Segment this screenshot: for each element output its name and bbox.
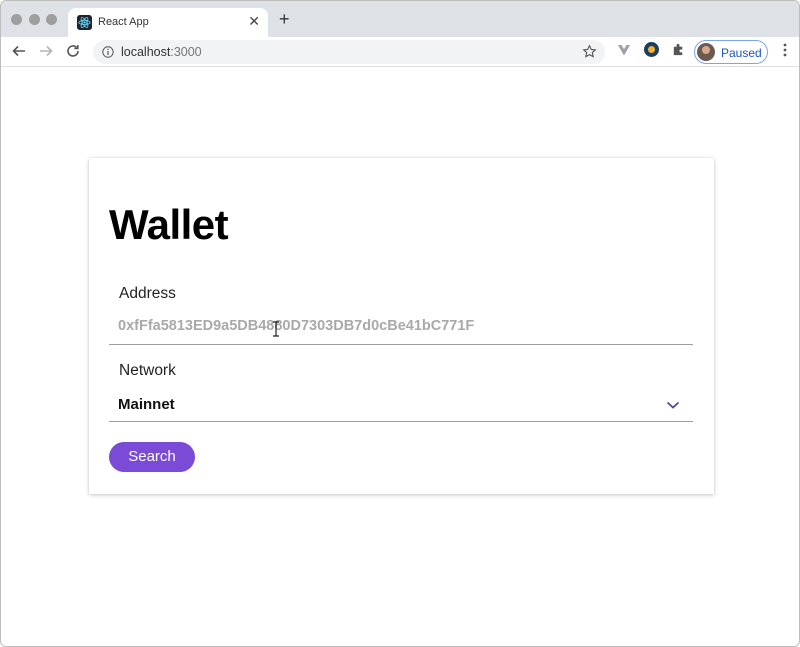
close-tab-icon[interactable]: ✕ [248,13,260,29]
profile-status: Paused [721,46,762,60]
url-port: :3000 [170,45,202,59]
maximize-window-button[interactable] [46,14,57,25]
network-select[interactable]: Mainnet [109,392,693,420]
text-cursor-icon [273,321,279,337]
address-field: Address [109,281,693,345]
browser-tab[interactable]: React App ✕ [68,8,268,37]
profile-button[interactable]: Paused [694,40,768,64]
reload-icon[interactable] [64,42,82,60]
page-title: Wallet [109,201,229,248]
arrow-left-icon[interactable] [10,42,28,60]
star-icon[interactable] [582,44,597,59]
address-bar[interactable]: localhost:3000 [93,40,605,64]
extension-badge-icon[interactable] [644,42,659,57]
kebab-menu-icon[interactable] [777,42,793,58]
network-selected-value: Mainnet [118,396,175,413]
network-underline [109,421,693,422]
info-icon[interactable] [102,46,114,58]
vue-devtools-icon[interactable] [617,43,631,57]
network-label: Network [119,362,176,379]
react-logo-icon [77,15,92,30]
puzzle-icon[interactable] [671,42,686,57]
new-tab-button[interactable]: + [279,10,290,28]
tab-title: React App [98,16,149,28]
avatar [697,43,715,61]
address-underline [109,344,693,345]
arrow-right-icon[interactable] [37,42,55,60]
chevron-down-icon [666,401,680,409]
network-field: Network Mainnet [109,358,693,422]
address-input[interactable] [109,313,693,339]
tab-strip: React App ✕ + [1,1,799,37]
browser-window: React App ✕ + localhost:3000 Paused Wall… [0,0,800,647]
wallet-card: Wallet Address Network Mainnet Search [89,158,714,494]
minimize-window-button[interactable] [29,14,40,25]
url-host: localhost [121,45,171,59]
address-label: Address [119,285,176,302]
browser-toolbar: localhost:3000 Paused [1,37,799,67]
close-window-button[interactable] [11,14,22,25]
url-text: localhost:3000 [121,45,202,59]
search-button[interactable]: Search [109,442,195,472]
